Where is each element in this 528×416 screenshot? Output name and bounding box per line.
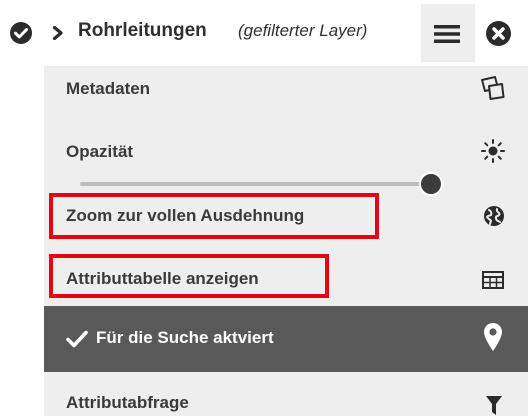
brightness-icon xyxy=(481,139,505,163)
opacity-slider-handle[interactable] xyxy=(419,172,443,196)
chevron-right-icon[interactable] xyxy=(52,26,64,40)
layer-title[interactable]: Rohrleitungen xyxy=(78,20,207,42)
checkmark-icon xyxy=(66,330,88,348)
highlight-box-zoom xyxy=(49,193,379,239)
table-icon[interactable] xyxy=(482,271,504,289)
metadata-icon[interactable] xyxy=(480,75,506,101)
layer-subtitle: (gefilterter Layer) xyxy=(238,21,368,40)
close-circle-icon[interactable] xyxy=(486,21,511,46)
search-enabled-label: Für die Suche aktviert xyxy=(96,328,274,347)
layer-header: Rohrleitungen (gefilterter Layer) xyxy=(0,0,528,66)
highlight-box-attribute-table xyxy=(49,254,329,298)
filter-icon[interactable] xyxy=(485,395,503,416)
hamburger-menu-icon[interactable] xyxy=(434,25,460,43)
map-marker-icon xyxy=(484,323,502,351)
globe-icon[interactable] xyxy=(483,205,505,227)
opacity-label: Opazität xyxy=(66,142,134,161)
opacity-slider-track[interactable] xyxy=(80,182,432,186)
metadata-item[interactable]: Metadaten xyxy=(66,79,150,99)
check-circle-icon[interactable] xyxy=(10,22,32,44)
attribute-query-item[interactable]: Attributabfrage xyxy=(66,393,189,413)
